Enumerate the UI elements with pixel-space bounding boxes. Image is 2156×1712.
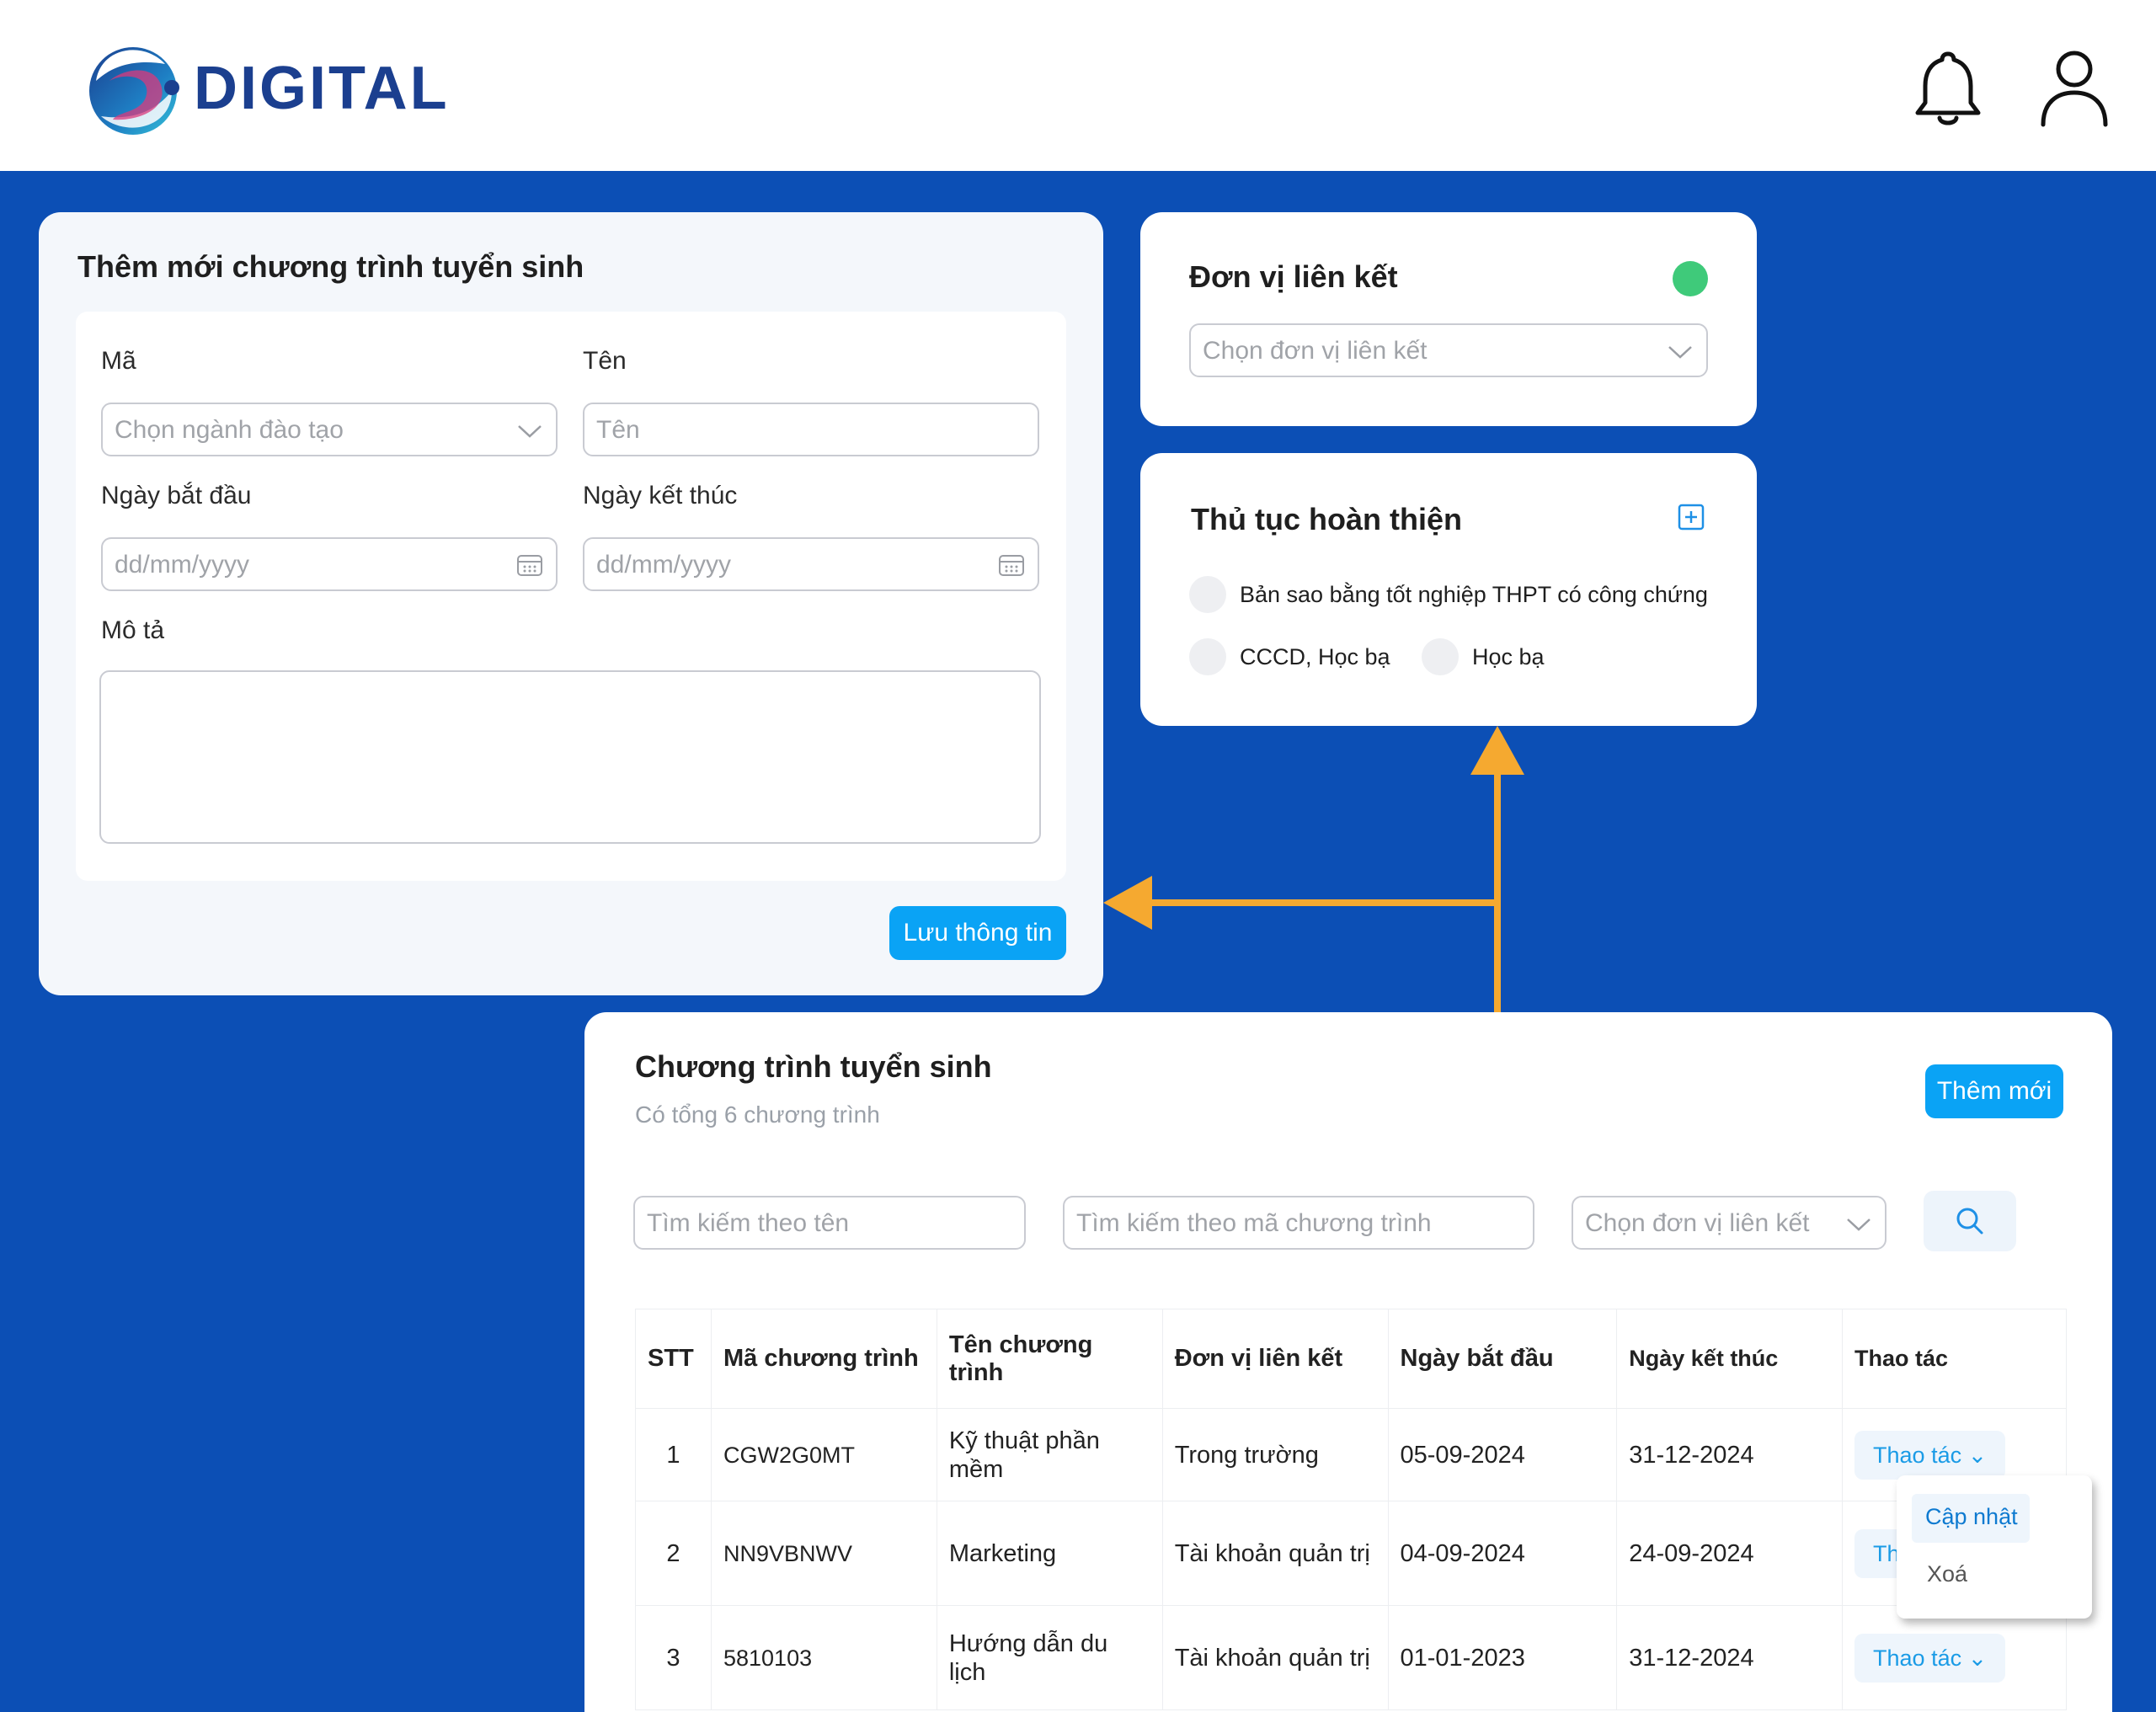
action-menu-button[interactable]: Thao tác ⌄ xyxy=(1854,1633,2006,1683)
procedure-radio[interactable] xyxy=(1189,576,1226,613)
end-date-input[interactable]: dd/mm/yyyy xyxy=(583,537,1039,591)
cell-stt: 2 xyxy=(635,1501,712,1606)
action-label: Th xyxy=(1873,1540,1900,1566)
start-date-label: Ngày bắt đầu xyxy=(101,482,252,509)
column-header: Đơn vị liên kết xyxy=(1161,1309,1389,1409)
cell-code: CGW2G0MT xyxy=(710,1408,937,1501)
major-select[interactable]: Chọn ngành đào tạo xyxy=(101,403,558,456)
logo[interactable]: DIGITAL xyxy=(84,39,447,140)
procedure-radio[interactable] xyxy=(1422,638,1459,675)
name-input-placeholder: Tên xyxy=(596,416,640,444)
table-row: 2 NN9VBNWV Marketing Tài khoản quản trị … xyxy=(635,1501,2067,1606)
cell-start: 01-01-2023 xyxy=(1387,1605,1618,1710)
logo-mark-icon xyxy=(89,47,179,135)
unit-filter-select[interactable]: Chọn đơn vị liên kết xyxy=(1572,1196,1886,1250)
start-date-input[interactable]: dd/mm/yyyy xyxy=(101,537,558,591)
action-menu-button[interactable]: Thao tác ⌄ xyxy=(1854,1430,2006,1480)
menu-item-update[interactable]: Cập nhật xyxy=(1912,1494,2030,1543)
description-textarea[interactable] xyxy=(99,670,1041,844)
end-date-placeholder: dd/mm/yyyy xyxy=(596,551,732,579)
table-row: 3 5810103 Hướng dẫn du lịch Tài khoản qu… xyxy=(635,1605,2067,1710)
ten-label: Tên xyxy=(583,347,627,375)
procedure-title: Thủ tục hoàn thiện xyxy=(1191,502,1462,536)
column-header: Tên chương trình xyxy=(936,1309,1163,1409)
procedure-card: Thủ tục hoàn thiện Bản sao bằng tốt nghi… xyxy=(1140,453,1757,726)
add-program-title: Thêm mới chương trình tuyển sinh xyxy=(77,249,584,284)
cell-name: Marketing xyxy=(936,1501,1163,1606)
search-name-input[interactable]: Tìm kiếm theo tên xyxy=(633,1196,1026,1250)
app-header: DIGITAL xyxy=(0,0,2156,171)
program-count: Có tổng 6 chương trình xyxy=(635,1101,880,1128)
ma-label: Mã xyxy=(101,347,136,375)
procedure-item: CCCD, Học bạ xyxy=(1240,644,1390,669)
chevron-down-icon: ⌄ xyxy=(1967,1645,1988,1671)
bell-icon[interactable] xyxy=(1910,47,1986,128)
chevron-down-icon: ⌄ xyxy=(1967,1442,1988,1468)
chevron-down-icon xyxy=(1668,346,1692,359)
search-code-input[interactable]: Tìm kiếm theo mã chương trình xyxy=(1063,1196,1534,1250)
action-label: Thao tác xyxy=(1873,1442,1962,1468)
linked-unit-placeholder: Chọn đơn vị liên kết xyxy=(1203,337,1428,365)
procedure-item: Bản sao bằng tốt nghiệp THPT có công chứ… xyxy=(1240,582,1708,607)
major-select-placeholder: Chọn ngành đào tạo xyxy=(115,416,344,444)
procedure-item: Học bạ xyxy=(1472,644,1545,669)
add-square-icon[interactable] xyxy=(1678,504,1705,531)
cell-unit: Tài khoản quản trị xyxy=(1161,1605,1389,1710)
user-icon[interactable] xyxy=(2036,47,2112,128)
cell-stt: 3 xyxy=(635,1605,712,1710)
procedure-radio[interactable] xyxy=(1189,638,1226,675)
cell-start: 05-09-2024 xyxy=(1387,1408,1618,1501)
column-header: Ngày kết thúc xyxy=(1616,1309,1844,1409)
cell-start: 04-09-2024 xyxy=(1387,1501,1618,1606)
status-indicator xyxy=(1673,261,1708,296)
add-program-button[interactable]: Thêm mới xyxy=(1925,1064,2063,1118)
search-code-placeholder: Tìm kiếm theo mã chương trình xyxy=(1076,1209,1432,1237)
unit-filter-placeholder: Chọn đơn vị liên kết xyxy=(1585,1209,1810,1237)
search-name-placeholder: Tìm kiếm theo tên xyxy=(647,1209,850,1237)
search-icon xyxy=(1956,1208,1983,1235)
search-button[interactable] xyxy=(1924,1191,2016,1251)
cell-unit: Tài khoản quản trị xyxy=(1161,1501,1389,1606)
menu-item-delete[interactable]: Xoá xyxy=(1927,1561,1967,1587)
cell-unit: Trong trường xyxy=(1161,1408,1389,1501)
cell-name: Hướng dẫn du lịch xyxy=(936,1605,1163,1710)
column-header: Mã chương trình xyxy=(710,1309,937,1409)
chevron-down-icon xyxy=(518,425,542,438)
linked-unit-title: Đơn vị liên kết xyxy=(1189,259,1398,294)
column-header: STT xyxy=(635,1309,712,1409)
action-label: Thao tác xyxy=(1873,1645,1962,1671)
cell-code: 5810103 xyxy=(710,1605,937,1710)
cell-end: 31-12-2024 xyxy=(1616,1408,1844,1501)
start-date-placeholder: dd/mm/yyyy xyxy=(115,551,250,579)
add-program-card: Thêm mới chương trình tuyển sinh Mã Tên … xyxy=(39,212,1103,995)
cell-end: 31-12-2024 xyxy=(1616,1605,1844,1710)
linked-unit-card: Đơn vị liên kết Chọn đơn vị liên kết xyxy=(1140,212,1757,426)
program-list-title: Chương trình tuyển sinh xyxy=(635,1049,992,1084)
table-row: 1 CGW2G0MT Kỹ thuật phần mềm Trong trườn… xyxy=(635,1408,2067,1501)
cell-action: Thao tác ⌄ xyxy=(1842,1605,2067,1710)
save-button[interactable]: Lưu thông tin xyxy=(889,906,1066,960)
end-date-label: Ngày kết thúc xyxy=(583,482,738,509)
chevron-down-icon xyxy=(1847,1219,1870,1231)
name-input[interactable]: Tên xyxy=(583,403,1039,456)
description-label: Mô tả xyxy=(101,616,165,644)
program-table: STT Mã chương trình Tên chương trình Đơn… xyxy=(635,1309,2067,1710)
cell-name: Kỹ thuật phần mềm xyxy=(936,1408,1163,1501)
calendar-icon[interactable] xyxy=(997,552,1026,578)
cell-end: 24-09-2024 xyxy=(1616,1501,1844,1606)
arrowhead-left xyxy=(1103,876,1152,930)
action-dropdown-menu: Cập nhật Xoá xyxy=(1897,1475,2092,1619)
program-list-card: Chương trình tuyển sinh Có tổng 6 chương… xyxy=(584,1012,2112,1712)
cell-stt: 1 xyxy=(635,1408,712,1501)
arrowhead-up xyxy=(1470,726,1524,775)
table-header-row: STT Mã chương trình Tên chương trình Đơn… xyxy=(635,1309,2067,1409)
calendar-icon[interactable] xyxy=(515,552,544,578)
column-header: Thao tác xyxy=(1842,1309,2067,1409)
cell-code: NN9VBNWV xyxy=(710,1501,937,1606)
linked-unit-select[interactable]: Chọn đơn vị liên kết xyxy=(1189,323,1708,377)
logo-text: DIGITAL xyxy=(194,55,450,122)
column-header: Ngày bắt đầu xyxy=(1387,1309,1618,1409)
